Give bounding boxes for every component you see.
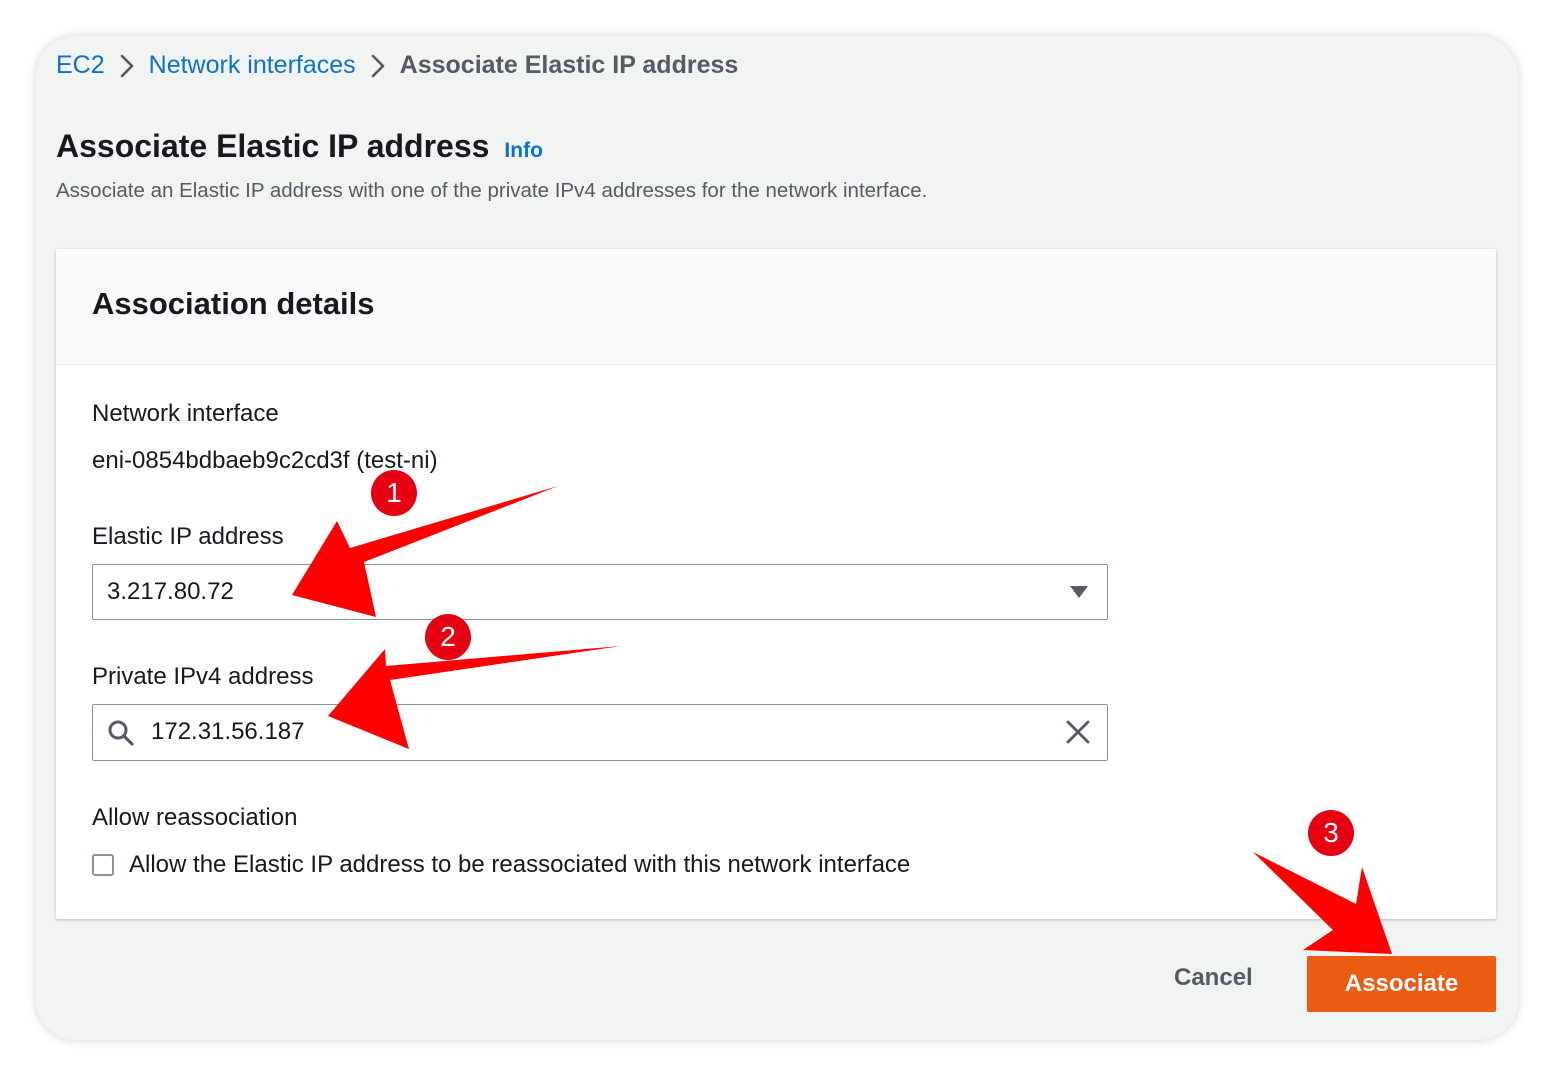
info-link[interactable]: Info (504, 139, 542, 163)
reassociation-option: Allow the Elastic IP address to be reass… (92, 851, 910, 879)
cancel-button[interactable]: Cancel (1174, 964, 1253, 992)
chevron-right-icon (356, 50, 400, 80)
elastic-ip-label: Elastic IP address (92, 523, 284, 550)
private-ipv4-label: Private IPv4 address (92, 663, 314, 690)
console-window: EC2 Network interfaces Associate Elastic… (36, 36, 1518, 1040)
annotation-badge-2: 2 (425, 614, 471, 660)
breadcrumb-current: Associate Elastic IP address (399, 50, 739, 79)
breadcrumb: EC2 Network interfaces Associate Elastic… (56, 48, 738, 82)
association-details-panel: Association details Network interface en… (56, 249, 1496, 919)
search-icon (107, 719, 135, 752)
panel-title: Association details (92, 286, 375, 321)
annotation-badge-3: 3 (1308, 810, 1354, 856)
private-ipv4-field[interactable] (92, 704, 1108, 761)
elastic-ip-select[interactable]: 3.217.80.72 (92, 564, 1108, 620)
elastic-ip-select-value: 3.217.80.72 (107, 578, 234, 605)
reassociation-checkbox[interactable] (92, 854, 114, 876)
caret-down-icon (1069, 585, 1089, 604)
reassociation-label: Allow reassociation (92, 804, 298, 831)
associate-button[interactable]: Associate (1307, 956, 1496, 1012)
private-ipv4-input[interactable] (151, 713, 1031, 751)
page-description: Associate an Elastic IP address with one… (56, 179, 928, 202)
annotation-badge-1: 1 (371, 470, 417, 516)
page-header: Associate Elastic IP address Info (56, 128, 543, 165)
chevron-right-icon (105, 50, 149, 80)
panel-header: Association details (56, 249, 1496, 365)
reassociation-checkbox-label[interactable]: Allow the Elastic IP address to be reass… (129, 851, 910, 879)
breadcrumb-ec2-link[interactable]: EC2 (56, 51, 105, 80)
network-interface-label: Network interface (92, 400, 279, 427)
close-icon[interactable] (1065, 719, 1091, 750)
breadcrumb-network-interfaces-link[interactable]: Network interfaces (149, 51, 356, 80)
page-title: Associate Elastic IP address (56, 128, 490, 164)
